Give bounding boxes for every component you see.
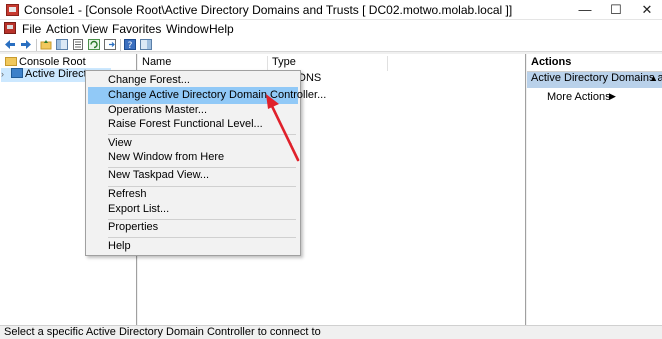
- close-button[interactable]: ✕: [632, 0, 662, 20]
- more-actions-label: More Actions: [547, 91, 611, 103]
- actions-section-title: Active Directory Domains and ...: [531, 72, 662, 84]
- menu-help[interactable]: Help: [209, 22, 234, 36]
- menu-file[interactable]: File: [22, 22, 41, 36]
- menu-action[interactable]: Action: [46, 22, 79, 36]
- active-directory-icon: [11, 68, 23, 78]
- menu-item-properties[interactable]: Properties: [88, 219, 298, 236]
- forward-arrow-icon[interactable]: [20, 39, 32, 50]
- context-menu: Change Forest... Change Active Directory…: [85, 70, 326, 256]
- export-list-icon[interactable]: [104, 39, 116, 50]
- actions-pane: Actions Active Directory Domains and ...…: [527, 54, 662, 325]
- actions-section-header[interactable]: Active Directory Domains and ... ▲: [527, 72, 662, 88]
- minimize-button[interactable]: —: [570, 0, 600, 20]
- back-arrow-icon[interactable]: [4, 39, 16, 50]
- menu-item-export-list[interactable]: Export List...: [88, 201, 298, 218]
- action-pane-icon[interactable]: [140, 39, 152, 50]
- tree-item-label: Console Root: [19, 56, 86, 68]
- show-hide-tree-icon[interactable]: [56, 39, 68, 50]
- up-folder-icon[interactable]: [40, 39, 52, 50]
- mmc-menu-icon[interactable]: [4, 22, 16, 34]
- submenu-arrow-icon: ▶: [609, 91, 616, 101]
- list-item-type: DNS: [298, 72, 322, 84]
- folder-icon: [5, 57, 17, 66]
- menu-item-new-taskpad-view[interactable]: New Taskpad View...: [88, 167, 298, 184]
- column-header-type[interactable]: Type: [268, 56, 388, 71]
- menu-item-raise-forest-level[interactable]: Raise Forest Functional Level...: [88, 116, 298, 133]
- actions-header: Actions: [527, 56, 662, 72]
- menu-item-help[interactable]: Help: [88, 238, 298, 255]
- menu-favorites[interactable]: Favorites: [112, 22, 161, 36]
- refresh-icon[interactable]: [88, 39, 100, 50]
- chevron-right-icon[interactable]: ›: [1, 69, 9, 79]
- column-header-name[interactable]: Name: [138, 56, 268, 71]
- menu-bar: File Action View Favorites Window Help: [0, 20, 662, 38]
- more-actions-item[interactable]: More Actions ▶: [547, 91, 616, 103]
- maximize-button[interactable]: ☐: [601, 0, 631, 20]
- menu-item-new-window[interactable]: New Window from Here: [88, 149, 298, 166]
- properties-sheet-icon[interactable]: [72, 39, 84, 50]
- help-icon[interactable]: ?: [124, 39, 136, 50]
- collapse-caret-icon[interactable]: ▲: [649, 73, 658, 83]
- svg-text:?: ?: [128, 41, 133, 50]
- toolbar-separator: [120, 39, 121, 51]
- toolbar: ?: [0, 38, 662, 52]
- window-title: Console1 - [Console Root\Active Director…: [24, 3, 513, 17]
- mmc-app-icon[interactable]: [6, 4, 19, 16]
- status-bar: Select a specific Active Directory Domai…: [0, 325, 662, 339]
- menu-item-label: View: [108, 137, 132, 149]
- title-bar: Console1 - [Console Root\Active Director…: [0, 0, 662, 20]
- toolbar-separator: [36, 39, 37, 51]
- menu-view[interactable]: View: [82, 22, 108, 36]
- menu-window[interactable]: Window: [166, 22, 209, 36]
